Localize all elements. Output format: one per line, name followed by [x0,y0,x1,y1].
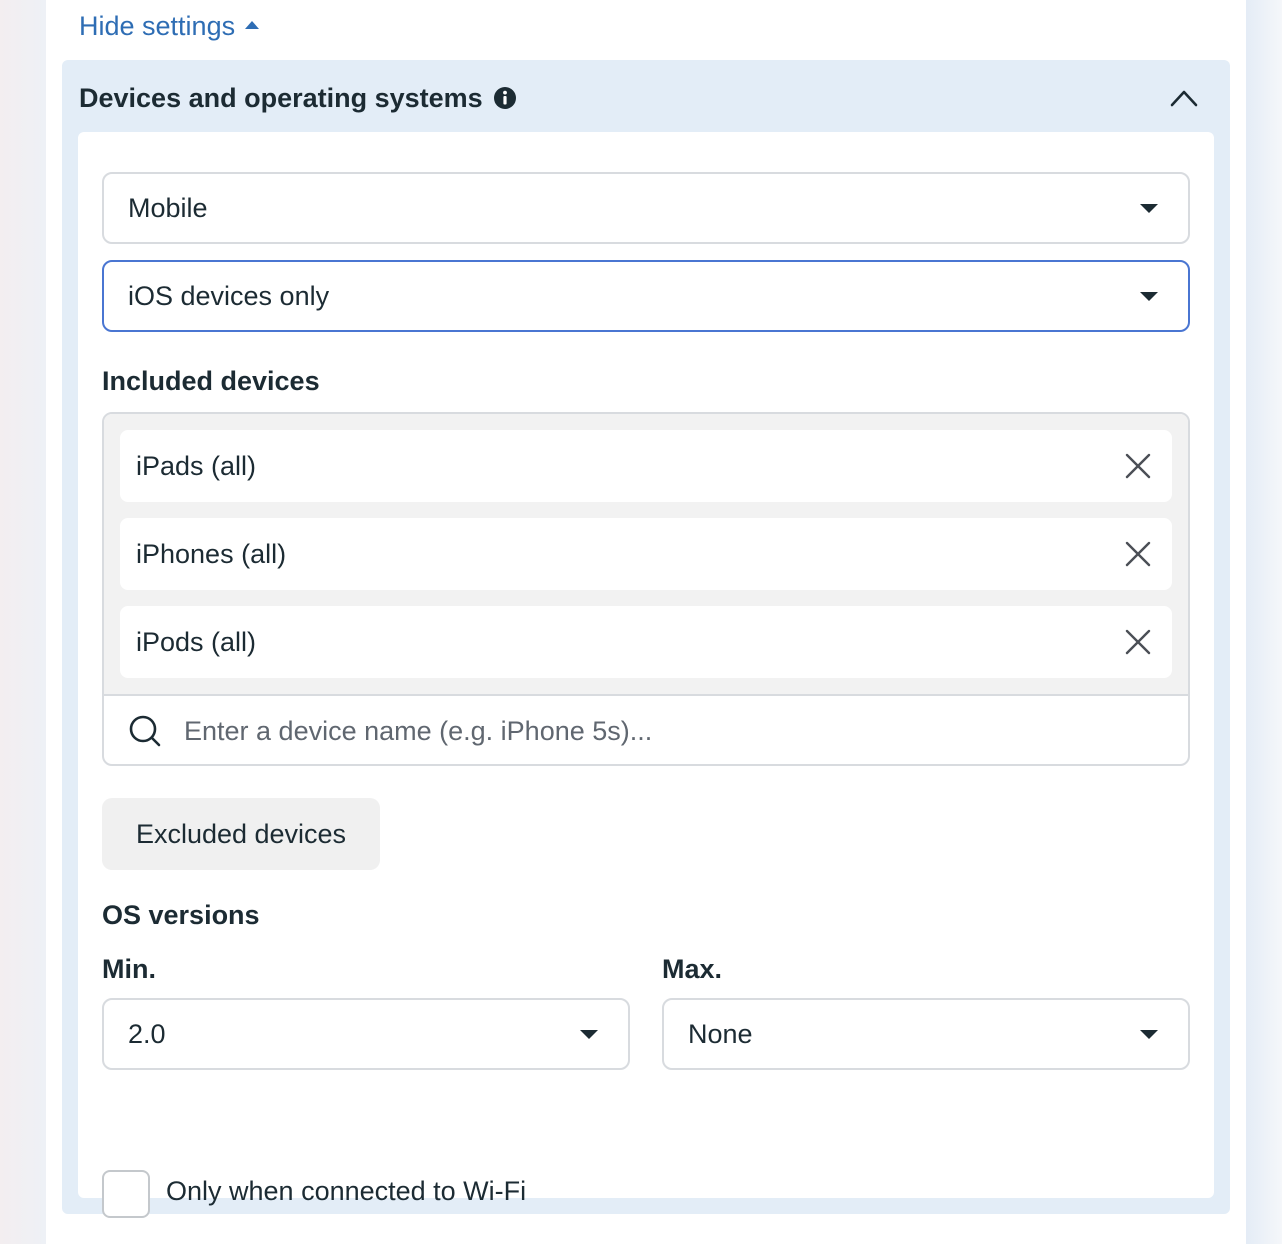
chevron-up-icon [1170,90,1198,107]
caret-up-icon [245,21,260,29]
device-chip-label: iPads (all) [136,450,257,481]
included-devices-box: iPads (all) iPhones (all) iPods (all) En… [102,412,1190,766]
wifi-only-label: Only when connected to Wi-Fi [166,1176,527,1206]
os-max-select[interactable]: None [662,998,1190,1070]
os-max-value: None [688,1018,753,1049]
wifi-only-checkbox[interactable] [102,1170,150,1218]
info-icon[interactable] [493,86,517,110]
section-title: Devices and operating systems [79,82,483,113]
remove-chip-button[interactable] [1122,450,1154,482]
chip-area: iPads (all) iPhones (all) iPods (all) [104,414,1188,696]
hide-settings-link[interactable]: Hide settings [79,8,260,44]
caret-down-icon [1140,204,1158,213]
device-search-input[interactable] [184,706,1164,756]
device-chip-label: iPods (all) [136,626,257,657]
os-min-select[interactable]: 2.0 [102,998,630,1070]
platform-select[interactable]: iOS devices only [102,260,1190,332]
collapse-section-button[interactable] [1168,82,1200,114]
device-type-select[interactable]: Mobile [102,172,1190,244]
close-icon [1125,629,1151,655]
device-chip: iPods (all) [120,606,1172,678]
remove-chip-button[interactable] [1122,538,1154,570]
search-icon [129,715,161,747]
os-min-value: 2.0 [128,1018,166,1049]
os-max-label: Max. [662,954,723,984]
close-icon [1125,453,1151,479]
os-versions-label: OS versions [102,900,260,930]
os-min-label: Min. [102,954,156,984]
devices-os-section: Devices and operating systems Mobile iOS… [62,60,1230,1218]
section-body: Mobile iOS devices only Included devices… [78,132,1214,1218]
caret-down-icon [1140,1030,1158,1039]
device-type-value: Mobile [128,192,208,223]
remove-chip-button[interactable] [1122,626,1154,658]
device-chip-label: iPhones (all) [136,538,287,569]
included-devices-label: Included devices [102,366,320,396]
device-chip: iPhones (all) [120,518,1172,590]
device-search-row [104,696,1188,764]
hide-settings-label: Hide settings [79,10,236,41]
section-header: Devices and operating systems [79,80,517,116]
excluded-devices-button[interactable]: Excluded devices [102,798,380,870]
caret-down-icon [580,1030,598,1039]
device-chip: iPads (all) [120,430,1172,502]
close-icon [1125,541,1151,567]
caret-down-icon [1140,292,1158,301]
platform-value: iOS devices only [128,280,330,311]
